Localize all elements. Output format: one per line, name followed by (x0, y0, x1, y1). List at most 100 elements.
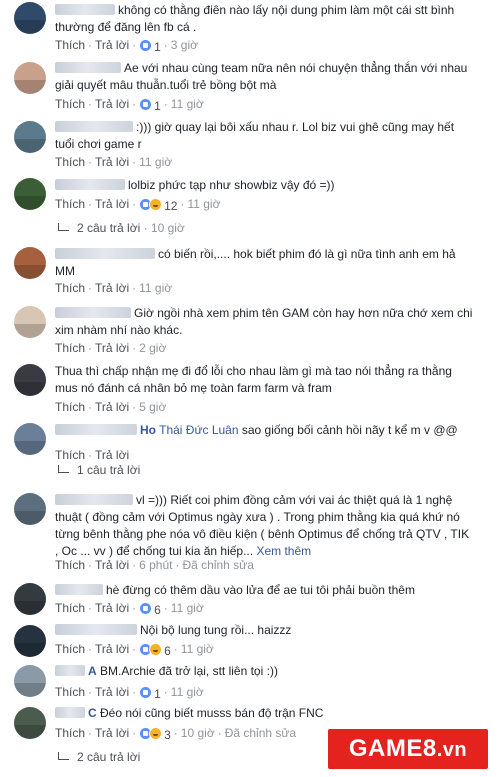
commenter-name-blurred[interactable] (55, 707, 85, 718)
like-link[interactable]: Thích (55, 448, 85, 462)
comment-text: hè đừng có thêm dầu vào lửa để ae tui tô… (106, 583, 415, 597)
reply-link[interactable]: Trả lời (95, 685, 129, 699)
commenter-name-blurred[interactable] (55, 307, 131, 318)
comment-timestamp[interactable]: 11 giờ (181, 642, 214, 656)
reaction-summary[interactable]: 12 (139, 198, 177, 213)
reply-link[interactable]: Trả lời (95, 601, 129, 615)
avatar[interactable] (14, 121, 46, 153)
commenter-name-blurred[interactable] (55, 624, 137, 635)
reply-link[interactable]: Trả lời (95, 558, 129, 572)
comment-timestamp[interactable]: 11 giờ (171, 601, 204, 615)
replies-count: 2 câu trả lời (77, 750, 141, 764)
reaction-summary[interactable]: 6 (139, 643, 171, 658)
reaction-summary[interactable]: 1 (139, 98, 161, 113)
avatar[interactable] (14, 306, 46, 338)
reply-link[interactable]: Trả lời (95, 448, 129, 462)
avatar[interactable] (14, 178, 46, 210)
avatar[interactable] (14, 2, 46, 34)
reply-link[interactable]: Trả lời (95, 97, 129, 111)
see-more-link[interactable]: Xem thêm (256, 544, 311, 558)
reply-link[interactable]: Trả lời (95, 642, 129, 656)
reply-link[interactable]: Trả lời (95, 400, 129, 414)
like-link[interactable]: Thích (55, 281, 85, 295)
edited-label[interactable]: Đã chỉnh sửa (182, 558, 253, 572)
reaction-summary[interactable]: 1 (139, 686, 161, 701)
comment-timestamp[interactable]: 11 giờ (139, 155, 172, 169)
like-link[interactable]: Thích (55, 400, 85, 414)
avatar-shade (14, 601, 46, 615)
avatar-shade (14, 683, 46, 697)
avatar[interactable] (14, 707, 46, 739)
separator-dot: · (173, 726, 178, 740)
avatar[interactable] (14, 665, 46, 697)
commenter-name-blurred[interactable] (55, 248, 155, 259)
like-link[interactable]: Thích (55, 558, 85, 572)
separator-dot: · (132, 155, 137, 169)
reply-link[interactable]: Trả lời (95, 281, 129, 295)
edited-label[interactable]: Đã chỉnh sửa (225, 726, 296, 740)
comment-timestamp[interactable]: 11 giờ (171, 685, 204, 699)
avatar[interactable] (14, 423, 46, 455)
commenter-name-blurred[interactable] (55, 665, 85, 676)
reply-link[interactable]: Trả lời (95, 197, 129, 211)
reply-link[interactable]: Trả lời (95, 38, 129, 52)
like-link[interactable]: Thích (55, 601, 85, 615)
reaction-count: 6 (154, 603, 161, 617)
comment-body: lolbiz phức tạp như showbiz vậy đó =)) (55, 177, 475, 194)
comment-timestamp[interactable]: 5 giờ (139, 400, 166, 414)
comment-timestamp[interactable]: 2 giờ (139, 341, 166, 355)
view-replies-link[interactable]: 2 câu trả lời · 10 giờ (58, 220, 185, 236)
like-link[interactable]: Thích (55, 197, 85, 211)
comment-text: Đéo nói cũng biết musss bán độ trận FNC (100, 706, 324, 720)
like-reaction-icon (139, 98, 153, 111)
commenter-name-blurred[interactable] (55, 424, 137, 435)
comment-timestamp[interactable]: 3 giờ (171, 38, 198, 52)
reply-link[interactable]: Trả lời (95, 341, 129, 355)
reply-link[interactable]: Trả lời (95, 155, 129, 169)
avatar-shade (14, 139, 46, 153)
view-replies-link[interactable]: 1 câu trả lời (58, 462, 140, 478)
comment-timestamp[interactable]: 6 phút (139, 558, 172, 572)
mentioned-user[interactable]: Thái Đức Luân (159, 423, 238, 437)
separator-dot: · (88, 558, 93, 572)
reaction-summary[interactable]: 6 (139, 602, 161, 617)
commenter-name-blurred[interactable] (55, 4, 115, 15)
reaction-summary[interactable]: 1 (139, 39, 161, 54)
avatar[interactable] (14, 493, 46, 525)
like-link[interactable]: Thích (55, 97, 85, 111)
comment-timestamp[interactable]: 11 giờ (187, 197, 220, 211)
reply-link[interactable]: Trả lời (95, 726, 129, 740)
comment-actions: Thích · Trả lời · 6 · 11 giờ (55, 641, 214, 658)
separator-dot: · (132, 281, 137, 295)
avatar[interactable] (14, 62, 46, 94)
reply-arrow-icon (58, 752, 69, 760)
commenter-name[interactable]: A (88, 664, 97, 678)
avatar-shade (14, 511, 46, 525)
view-replies-link[interactable]: 2 câu trả lời (58, 749, 140, 765)
comment-body: Giờ ngồi nhà xem phim tên GAM còn hay hơ… (55, 305, 475, 339)
avatar[interactable] (14, 583, 46, 615)
comment-text: sao giống bối cảnh hồi nãy t kể m v @@ (241, 423, 458, 437)
commenter-name[interactable]: C (88, 706, 97, 720)
like-link[interactable]: Thích (55, 726, 85, 740)
like-link[interactable]: Thích (55, 341, 85, 355)
avatar[interactable] (14, 625, 46, 657)
avatar[interactable] (14, 364, 46, 396)
commenter-name-blurred[interactable] (55, 179, 125, 190)
avatar[interactable] (14, 247, 46, 279)
comment-timestamp[interactable]: 11 giờ (171, 97, 204, 111)
comment-actions: Thích · Trả lời · 3 · 10 giờ · Đã chỉnh sửa (55, 725, 296, 742)
commenter-name-blurred[interactable] (55, 494, 133, 505)
comment-actions: Thích · Trả lời · 5 giờ (55, 399, 166, 415)
reaction-summary[interactable]: 3 (139, 727, 171, 742)
comment-timestamp[interactable]: 11 giờ (139, 281, 172, 295)
like-link[interactable]: Thích (55, 685, 85, 699)
commenter-name-blurred[interactable] (55, 584, 103, 595)
commenter-name-blurred[interactable] (55, 121, 133, 132)
commenter-name[interactable]: Ho (140, 423, 156, 437)
commenter-name-blurred[interactable] (55, 62, 121, 73)
like-link[interactable]: Thích (55, 642, 85, 656)
like-link[interactable]: Thích (55, 38, 85, 52)
like-link[interactable]: Thích (55, 155, 85, 169)
comment-timestamp[interactable]: 10 giờ (181, 726, 215, 740)
